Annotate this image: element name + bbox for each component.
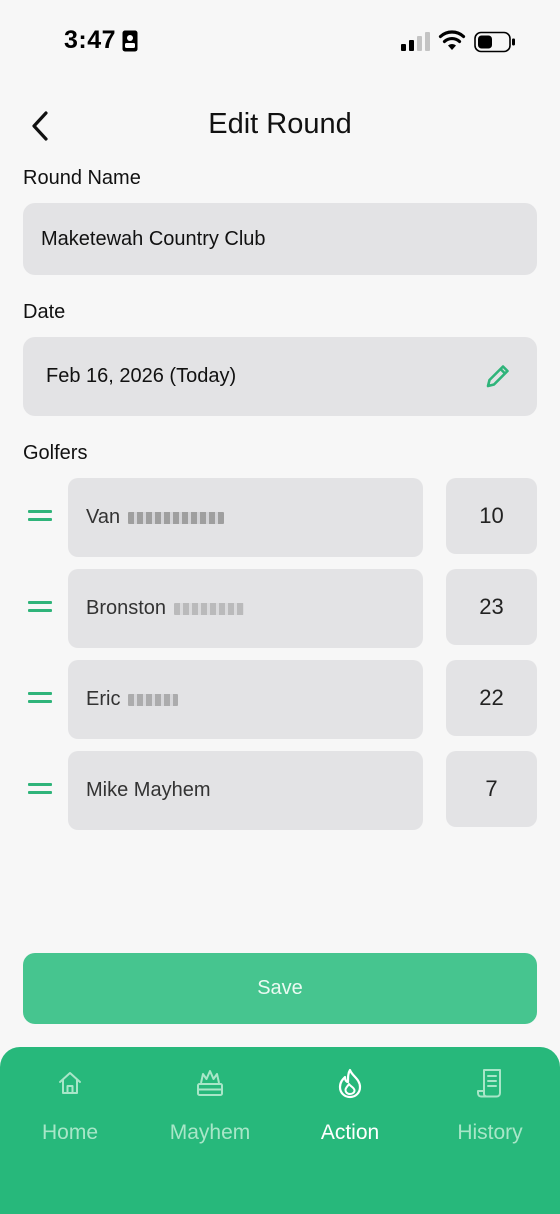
golfer-name-text: Bronston	[86, 597, 167, 619]
tab-home[interactable]: Home	[0, 1065, 140, 1165]
tab-action[interactable]: Action	[280, 1065, 420, 1165]
battery-icon	[474, 31, 515, 53]
tab-label: Mayhem	[169, 1121, 251, 1144]
golfer-name-input[interactable]: Bronston	[68, 569, 423, 648]
tab-label: Action	[320, 1121, 380, 1144]
golfer-row: Mike Mayhem 7	[0, 751, 560, 831]
scroll-icon	[477, 1069, 501, 1098]
date-field[interactable]: Feb 16, 2026 (Today)	[23, 337, 537, 416]
status-time: 3:47	[64, 26, 117, 54]
drag-handle-icon[interactable]	[28, 510, 52, 524]
golfer-handicap-input[interactable]: 22	[446, 660, 537, 736]
tab-history[interactable]: History	[420, 1065, 560, 1165]
redacted-text	[174, 602, 245, 615]
golfer-name-text: Van	[86, 506, 121, 528]
tab-label: Home	[41, 1121, 99, 1144]
drag-handle-icon[interactable]	[28, 601, 52, 615]
save-button[interactable]: Save	[23, 953, 537, 1024]
flame-icon	[338, 1068, 362, 1099]
golfer-name-input[interactable]: Eric	[68, 660, 423, 739]
tab-label: History	[457, 1121, 523, 1144]
cellular-signal-icon	[401, 32, 430, 51]
wifi-icon	[438, 30, 466, 50]
home-icon	[59, 1072, 81, 1094]
golfer-name-input[interactable]: Mike Mayhem	[68, 751, 423, 830]
golfer-name-text: Mike Mayhem	[86, 779, 211, 801]
golfer-name-input[interactable]: Van	[68, 478, 423, 557]
golfer-handicap-input[interactable]: 10	[446, 478, 537, 554]
page-title: Edit Round	[208, 108, 352, 140]
redacted-text	[128, 511, 225, 524]
header: Edit Round	[0, 100, 560, 150]
date-label: Date	[23, 301, 66, 323]
drag-handle-icon[interactable]	[28, 692, 52, 706]
round-name-label: Round Name	[23, 167, 141, 189]
golfers-label: Golfers	[23, 442, 88, 464]
date-value: Feb 16, 2026 (Today)	[46, 365, 237, 387]
golfer-name-text: Eric	[86, 688, 121, 710]
drag-handle-icon[interactable]	[28, 783, 52, 797]
round-name-input[interactable]: Maketewah Country Club	[23, 203, 537, 275]
golfer-handicap-input[interactable]: 7	[446, 751, 537, 827]
pencil-icon[interactable]	[485, 363, 511, 389]
golfer-row: Eric 22	[0, 660, 560, 740]
tab-bar: Home Mayhem Action History	[0, 1047, 560, 1214]
golfer-handicap-input[interactable]: 23	[446, 569, 537, 645]
golfer-row: Van 10	[0, 478, 560, 558]
status-bar: 3:47	[0, 0, 560, 84]
golfer-row: Bronston 23	[0, 569, 560, 649]
mayhem-icon	[197, 1070, 223, 1096]
tab-mayhem[interactable]: Mayhem	[140, 1065, 280, 1165]
id-card-icon	[122, 30, 138, 52]
redacted-text	[128, 693, 179, 706]
